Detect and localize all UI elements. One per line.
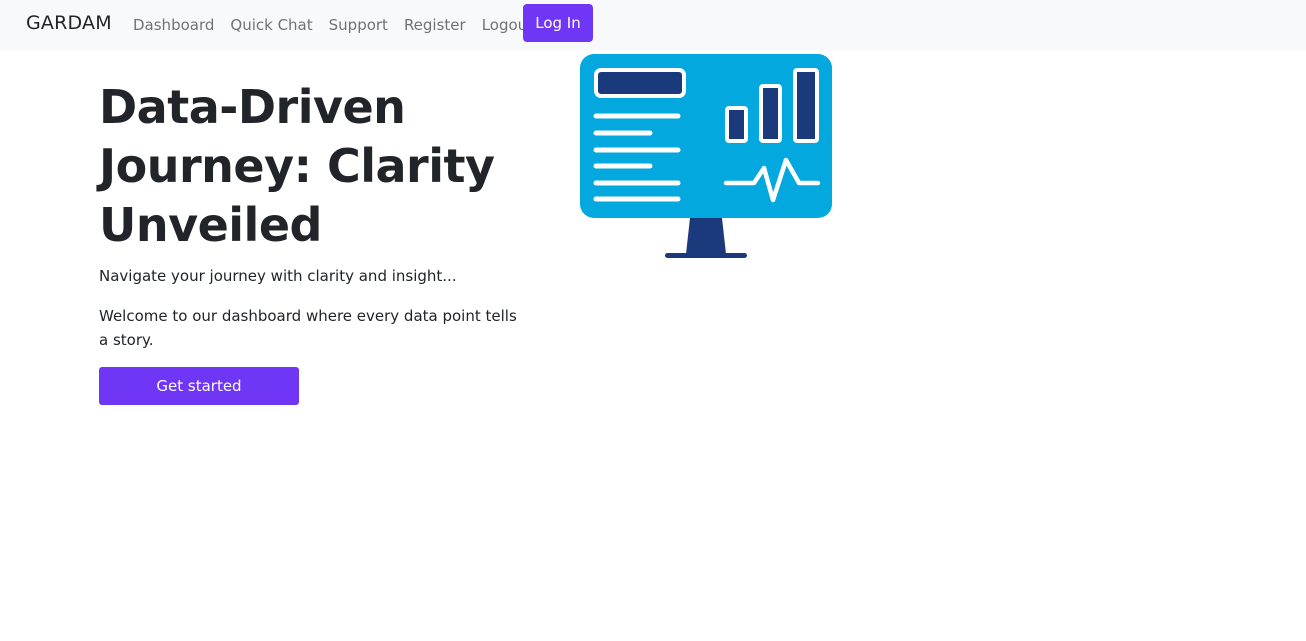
nav-link-quick-chat[interactable]: Quick Chat [230,16,312,34]
hero-description: Welcome to our dashboard where every dat… [99,307,517,349]
monitor-base [665,253,747,258]
nav-link-dashboard[interactable]: Dashboard [133,16,214,34]
hero-subtitle: Navigate your journey with clarity and i… [99,267,457,285]
dashboard-monitor-icon [580,54,832,258]
brand-logo[interactable]: GARDAM [26,12,112,34]
hero-title: Data-Driven Journey: Clarity Unveiled [99,80,495,252]
monitor-stand [686,218,726,254]
login-button[interactable]: Log In [523,4,593,42]
navbar: GARDAM Dashboard Quick Chat Support Regi… [0,0,1306,50]
nav-link-support[interactable]: Support [329,16,388,34]
header-block [594,68,686,98]
nav-link-register[interactable]: Register [404,16,466,34]
get-started-button[interactable]: Get started [99,367,299,405]
nav-links: Dashboard Quick Chat Support Register Lo… [133,0,549,50]
